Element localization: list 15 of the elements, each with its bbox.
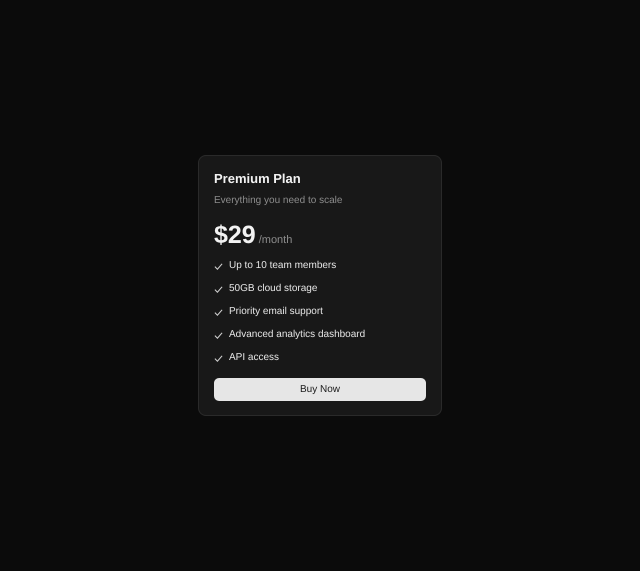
plan-title: Premium Plan (214, 171, 302, 187)
checkmark-icon (214, 330, 223, 340)
price: $29 (214, 220, 256, 250)
checkmark-icon (214, 354, 223, 362)
feature-text: Advanced analytics dashboard (229, 328, 366, 342)
billing-period: /month (258, 234, 292, 246)
checkmark-icon (214, 284, 223, 294)
plan-subtitle: Everything you need to scale (214, 194, 344, 208)
feature-text: Priority email support (229, 305, 323, 319)
feature-text: 50GB cloud storage (229, 282, 318, 296)
checkmark-icon (214, 308, 223, 316)
checkmark-icon (214, 262, 223, 270)
feature-text: Up to 10 team members (229, 259, 336, 273)
buy-now-button[interactable]: Buy Now (214, 378, 426, 401)
feature-text: API access (229, 351, 280, 365)
